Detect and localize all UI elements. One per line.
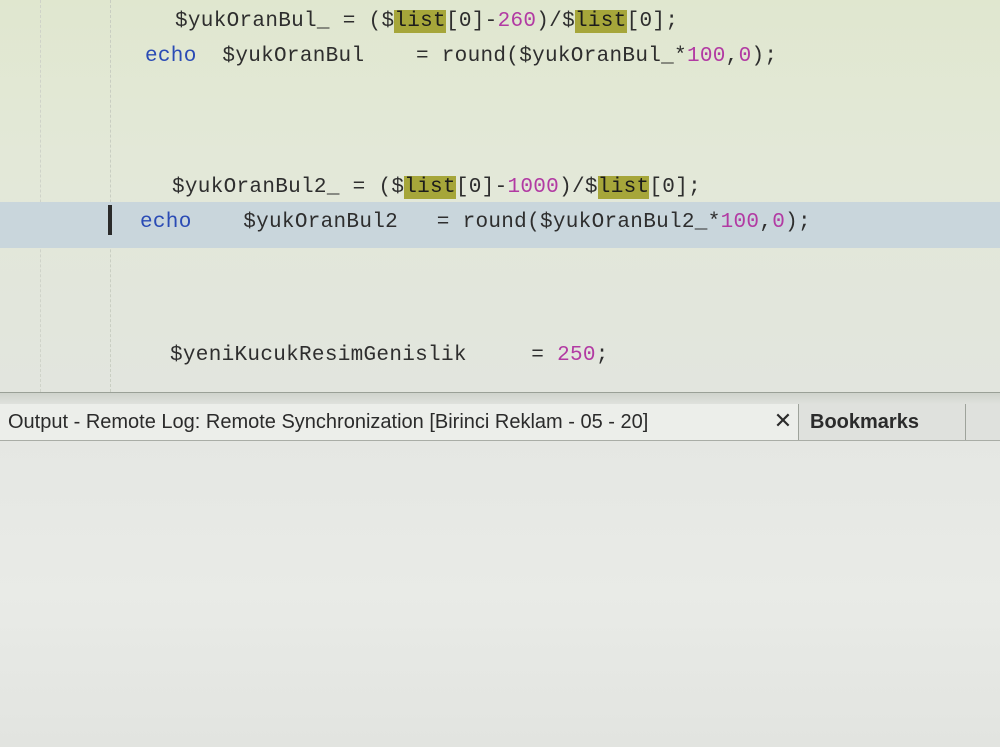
indent-guide — [110, 0, 111, 392]
number-literal: 100 — [720, 211, 760, 234]
highlighted-identifier: list — [394, 10, 446, 33]
variable: $yeniKucukResimGenislik — [170, 344, 467, 367]
terminator: ; — [665, 10, 679, 33]
index: [0] — [649, 176, 689, 199]
operator: = ( — [329, 10, 382, 33]
text-caret — [108, 205, 112, 235]
highlighted-identifier: list — [575, 10, 627, 33]
variable: $yukOranBul_ — [175, 10, 330, 33]
variable: $yukOranBul2_ — [172, 176, 340, 199]
operator: = ( — [339, 176, 392, 199]
code-line-4[interactable]: echo $yukOranBul2 = round($yukOranBul2_*… — [140, 211, 811, 234]
expression: = round($yukOranBul_* — [403, 45, 687, 68]
expression: = round($yukOranBul2_* — [423, 211, 721, 234]
code-line-3[interactable]: $yukOranBul2_ = ($list[0]-1000)/$list[0]… — [172, 176, 701, 199]
tab-output-remote-log[interactable]: Output - Remote Log: Remote Synchronizat… — [0, 404, 799, 440]
code-editor[interactable]: $yukOranBul_ = ($list[0]-260)/$list[0]; … — [0, 0, 1000, 392]
output-tabbar: Output - Remote Log: Remote Synchronizat… — [0, 404, 1000, 441]
code-line-1[interactable]: $yukOranBul_ = ($list[0]-260)/$list[0]; — [175, 10, 678, 33]
operator: $ — [381, 10, 395, 33]
operator: , — [759, 211, 773, 234]
terminator: ; — [595, 344, 609, 367]
tab-label: Bookmarks — [810, 410, 919, 433]
operator: )/$ — [536, 10, 575, 33]
operator: $ — [391, 176, 405, 199]
operator: = — [518, 344, 558, 367]
variable: $yukOranBul — [222, 45, 365, 68]
number-literal: 260 — [497, 10, 537, 33]
output-panel-body[interactable] — [0, 441, 1000, 747]
highlighted-identifier: list — [597, 176, 650, 199]
number-literal: 250 — [557, 344, 596, 367]
operator: )/$ — [559, 176, 598, 199]
number-literal: 0 — [772, 211, 786, 234]
indent-guide — [40, 0, 41, 392]
close-icon[interactable]: ✕ — [770, 408, 796, 434]
code-line-5[interactable]: $yeniKucukResimGenislik = 250; — [170, 344, 609, 367]
keyword: echo — [140, 211, 192, 234]
highlighted-identifier: list — [404, 176, 456, 199]
number-literal: 1000 — [507, 176, 560, 199]
terminator: ); — [785, 211, 811, 234]
tab-label: Output - Remote Log: Remote Synchronizat… — [8, 410, 649, 433]
terminator: ; — [688, 176, 702, 199]
keyword: echo — [145, 45, 197, 68]
operator: , — [725, 45, 739, 68]
tab-bookmarks[interactable]: Bookmarks — [800, 404, 966, 440]
variable: $yukOranBul2 — [243, 211, 399, 234]
index: [0]- — [455, 176, 508, 199]
number-literal: 0 — [738, 45, 752, 68]
number-literal: 100 — [686, 45, 726, 68]
terminator: ); — [751, 45, 778, 68]
index: [0]- — [445, 10, 498, 33]
index: [0] — [626, 10, 666, 33]
code-line-2[interactable]: echo $yukOranBul = round($yukOranBul_*10… — [145, 45, 777, 68]
